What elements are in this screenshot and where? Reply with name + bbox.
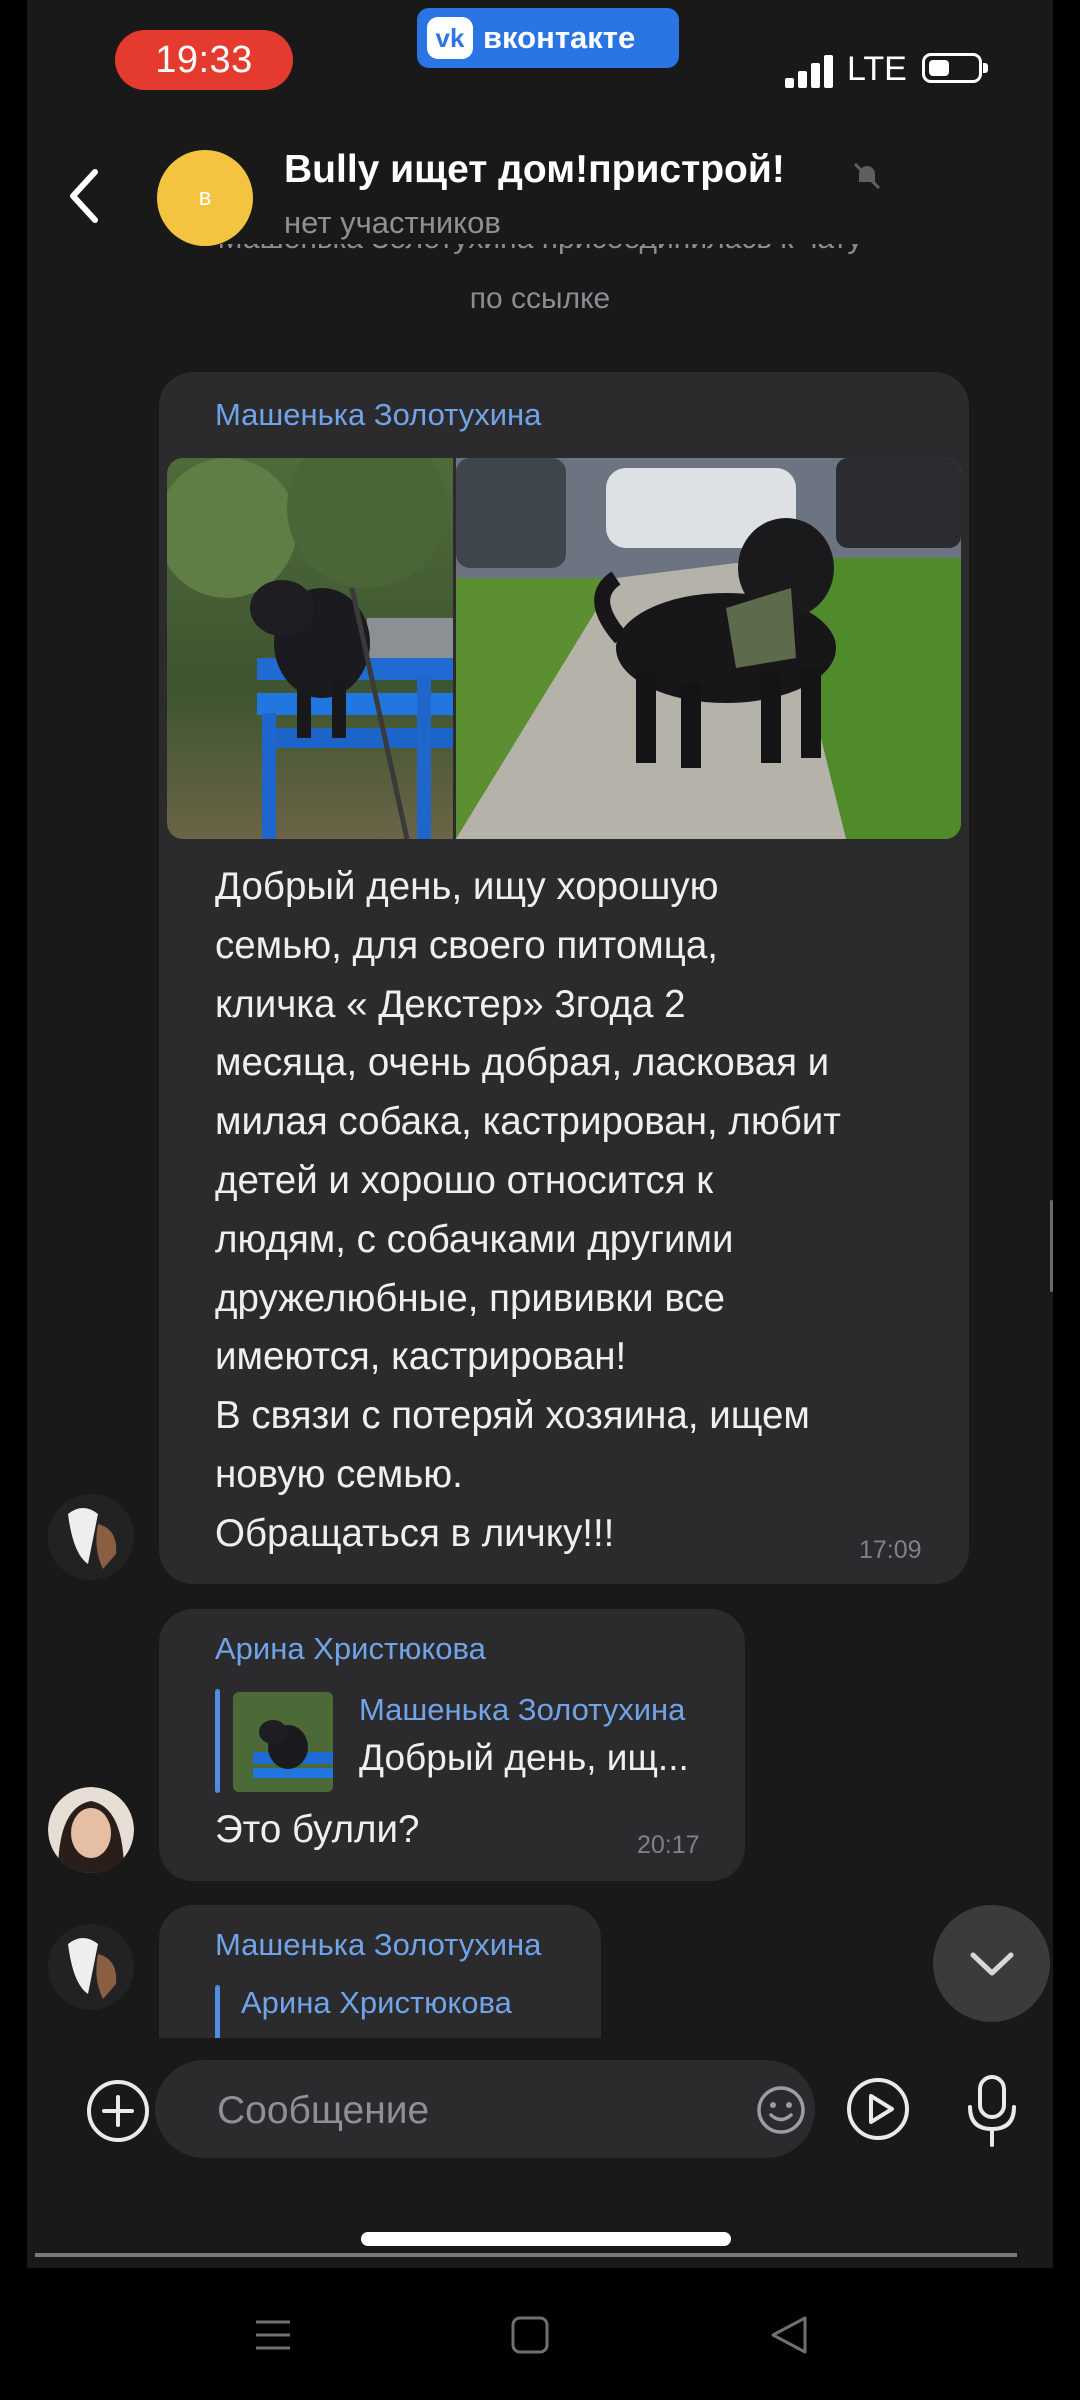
scroll-indicator[interactable]: [1050, 1200, 1053, 1292]
chat-title[interactable]: Bully ищет дом!пристрой!: [284, 148, 785, 192]
message-text: Добрый день, ищу хорошую семью, для свое…: [215, 865, 841, 1555]
microphone-icon: [968, 2075, 1016, 2147]
photo-dog-path[interactable]: [456, 458, 961, 839]
vk-logo-icon: vk: [427, 17, 473, 59]
message-sender[interactable]: Машенька Золотухина: [215, 1927, 541, 1963]
message-input-placeholder: Сообщение: [217, 2089, 430, 2132]
divider: [35, 2253, 1017, 2257]
reply-bar: [215, 1985, 220, 2038]
avatar[interactable]: [48, 1924, 134, 2010]
emoji-icon: [757, 2086, 805, 2134]
message-text: Это булли?: [215, 1808, 420, 1851]
vk-app-pill[interactable]: vk вконтакте: [417, 8, 679, 68]
video-message-icon: [847, 2078, 909, 2140]
message-input[interactable]: Сообщение: [155, 2060, 815, 2158]
emoji-button[interactable]: [755, 2084, 807, 2136]
triangle-back-icon: [771, 2316, 807, 2354]
chat-members-count: нет участников: [284, 205, 501, 240]
scroll-down-button[interactable]: [933, 1905, 1050, 2022]
back-button[interactable]: [57, 160, 117, 230]
network-type: LTE: [847, 50, 907, 88]
message-time: 17:09: [859, 1536, 922, 1564]
status-time[interactable]: 19:33: [115, 30, 293, 90]
system-notice-line2: по ссылке: [469, 282, 611, 315]
signal-icon: [785, 52, 841, 88]
back-nav-button[interactable]: [765, 2310, 815, 2360]
reply-author[interactable]: Машенька Золотухина: [359, 1692, 685, 1728]
message-bubble[interactable]: Арина Христюкова Машенька Золотухина Доб…: [159, 1609, 745, 1881]
message-bubble[interactable]: Машенька Золотухина Добрый день, ищу хор…: [159, 372, 969, 1584]
reply-author[interactable]: Арина Христюкова: [241, 1985, 512, 2021]
reply-thumbnail: [233, 1692, 333, 1792]
chat-avatar[interactable]: в: [157, 150, 253, 246]
bell-muted-icon: [849, 158, 885, 194]
vk-pill-label: вконтакте: [483, 20, 636, 55]
message-sender[interactable]: Арина Христюкова: [215, 1631, 486, 1667]
home-indicator[interactable]: [361, 2232, 731, 2246]
photo-dog-bench[interactable]: [167, 458, 453, 839]
home-nav-button[interactable]: [505, 2310, 555, 2360]
menu-nav-button[interactable]: [248, 2310, 298, 2360]
message-bubble[interactable]: Машенька Золотухина Арина Христюкова: [159, 1905, 601, 2038]
battery-icon: [922, 53, 988, 83]
chevron-left-icon: [70, 169, 98, 223]
square-icon: [511, 2316, 549, 2354]
system-notice-line1: Машенька Золотухина присоединилась к чат…: [27, 244, 1053, 256]
message-sender[interactable]: Машенька Золотухина: [215, 397, 541, 433]
system-notice-clip: Машенька Золотухина присоединилась к чат…: [27, 244, 1053, 274]
video-message-button[interactable]: [845, 2076, 911, 2142]
reply-preview: Добрый день, ищ...: [359, 1737, 689, 1778]
plus-circle-icon: [87, 2080, 149, 2142]
menu-icon: [256, 2320, 290, 2350]
attach-button[interactable]: [85, 2078, 151, 2144]
microphone-button[interactable]: [964, 2073, 1020, 2149]
screen: 19:33 vk вконтакте LTE в Bully ищет дом!…: [27, 0, 1053, 2268]
avatar[interactable]: [48, 1494, 134, 1580]
message-time: 20:17: [637, 1831, 700, 1859]
message-clip: Машенька Золотухина Арина Христюкова: [27, 1900, 1053, 2038]
chevron-down-icon: [970, 1952, 1013, 1975]
avatar[interactable]: [48, 1787, 134, 1873]
reply-bar: [215, 1689, 220, 1793]
